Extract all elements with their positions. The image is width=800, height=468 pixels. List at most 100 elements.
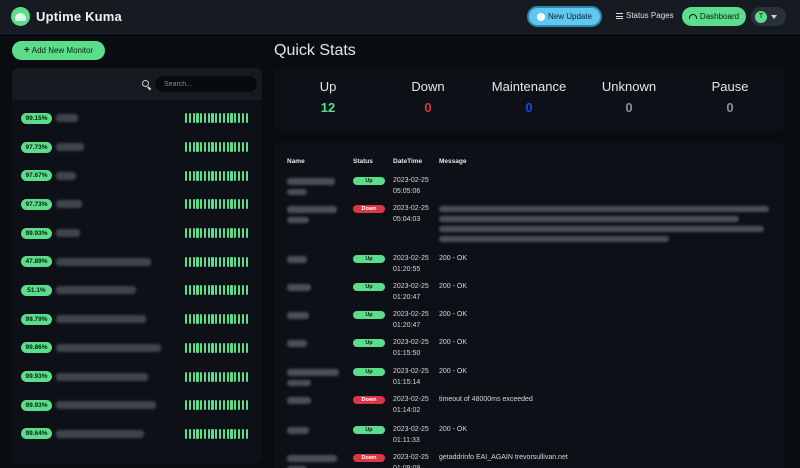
event-datetime: 2023-02-25 05:04:03	[393, 204, 429, 225]
status-badge: Up	[353, 283, 385, 291]
heartbeat-beat	[226, 113, 229, 124]
add-new-monitor-label: Add New Monitor	[31, 46, 94, 55]
event-message: 200 - OK	[439, 283, 468, 290]
heartbeat-beat	[234, 400, 237, 411]
heartbeat-beat	[230, 142, 233, 153]
event-message: timeout of 48000ms exceeded	[439, 396, 533, 403]
monitor-name-redacted	[56, 229, 80, 238]
event-time: 01:20:47	[393, 321, 421, 329]
status-badge: Down	[353, 454, 385, 462]
heartbeat-beat	[203, 113, 207, 124]
profile-dropdown[interactable]: T	[751, 7, 786, 26]
event-date: 2023-02-25	[393, 339, 429, 346]
heartbeat-beat	[196, 170, 199, 181]
heartbeat-bar	[185, 170, 248, 181]
heartbeat-beat	[185, 428, 188, 439]
plus-icon: +	[23, 44, 30, 56]
heartbeat-beat	[211, 371, 214, 382]
monitor-list-item[interactable]: 99.79%	[12, 305, 262, 334]
event-monitor-name-redacted	[287, 206, 337, 213]
heartbeat-beat	[188, 428, 191, 439]
heartbeat-beat	[188, 170, 191, 181]
event-date: 2023-02-25	[393, 255, 429, 262]
heartbeat-bar	[185, 371, 248, 382]
stat-label: Pause	[711, 79, 749, 94]
heartbeat-beat	[230, 256, 233, 267]
dashboard-button[interactable]: Dashboard	[682, 7, 746, 26]
heartbeat-beat	[196, 228, 199, 239]
event-datetime: 2023-02-25 01:11:33	[393, 425, 429, 446]
monitor-name-redacted	[56, 343, 161, 352]
quick-stats-title: Quick Stats	[274, 42, 356, 59]
monitor-list-item[interactable]: 99.93%	[12, 219, 262, 248]
heartbeat-beat	[226, 170, 229, 181]
heartbeat-beat	[222, 113, 225, 124]
monitor-list-item[interactable]: 99.64%	[12, 420, 262, 449]
heartbeat-beat	[245, 371, 248, 382]
heartbeat-beat	[234, 428, 237, 439]
heartbeat-beat	[245, 285, 248, 296]
uptime-badge: 99.79%	[21, 313, 52, 325]
heartbeat-bar	[185, 199, 248, 210]
heartbeat-beat	[207, 199, 210, 210]
event-message: getaddrinfo EAI_AGAIN trevorsullivan.net	[439, 454, 568, 461]
monitor-list-item[interactable]: 97.67%	[12, 161, 262, 190]
monitor-list-panel: 99.15% 97.73% 97.67% 97.73% 99.93% 47.89% 51.1…	[12, 68, 262, 463]
status-badge: Up	[353, 177, 385, 185]
heartbeat-beat	[230, 371, 233, 382]
heartbeat-beat	[230, 342, 233, 353]
add-new-monitor-button[interactable]: + Add New Monitor	[12, 41, 105, 60]
event-message: 200 - OK	[439, 426, 468, 433]
heartbeat-beat	[185, 371, 188, 382]
heartbeat-beat	[188, 314, 191, 325]
monitor-list-item[interactable]: 99.86%	[12, 334, 262, 363]
monitor-list-item[interactable]: 51.1%	[12, 276, 262, 305]
monitor-list-item[interactable]: 99.93%	[12, 362, 262, 391]
heartbeat-beat	[241, 285, 244, 296]
heartbeat-beat	[207, 400, 210, 411]
event-message: 200 - OK	[439, 339, 468, 346]
event-date: 2023-02-25	[393, 205, 429, 212]
status-badge: Up	[353, 368, 385, 376]
heartbeat-beat	[234, 342, 237, 353]
heartbeat-beat	[219, 170, 222, 181]
monitor-list-item[interactable]: 97.73%	[12, 190, 262, 219]
heartbeat-beat	[241, 142, 244, 153]
status-pages-link[interactable]: Status Pages	[616, 11, 674, 20]
heartbeat-beat	[215, 228, 218, 239]
heartbeat-beat	[237, 256, 241, 267]
heartbeat-beat	[200, 170, 203, 181]
heartbeat-beat	[203, 371, 207, 382]
redacted-text-line	[439, 206, 769, 212]
monitor-list-item[interactable]: 47.89%	[12, 247, 262, 276]
heartbeat-beat	[245, 113, 248, 124]
heartbeat-beat	[219, 314, 222, 325]
heartbeat-beat	[192, 285, 195, 296]
heartbeat-beat	[211, 228, 214, 239]
heartbeat-beat	[222, 342, 225, 353]
monitor-list-item[interactable]: 99.93%	[12, 391, 262, 420]
heartbeat-beat	[226, 400, 229, 411]
brand[interactable]: Uptime Kuma	[11, 7, 122, 26]
search-input[interactable]	[155, 76, 257, 92]
heartbeat-beat	[215, 400, 218, 411]
heartbeat-beat	[192, 113, 195, 124]
heartbeat-beat	[203, 256, 207, 267]
heartbeat-beat	[226, 285, 229, 296]
heartbeat-beat	[200, 371, 203, 382]
event-time: 05:05:06	[393, 187, 421, 195]
monitor-list-item[interactable]: 99.15%	[12, 104, 262, 133]
heartbeat-beat	[222, 199, 225, 210]
heartbeat-beat	[230, 113, 233, 124]
heartbeat-beat	[222, 256, 225, 267]
new-update-button[interactable]: ↑ New Update	[527, 6, 602, 27]
heartbeat-beat	[226, 342, 229, 353]
heartbeat-beat	[215, 285, 218, 296]
heartbeat-beat	[222, 170, 225, 181]
heartbeat-beat	[219, 228, 222, 239]
heartbeat-bar	[185, 314, 248, 325]
heartbeat-beat	[207, 113, 210, 124]
monitor-list-item[interactable]: 97.73%	[12, 133, 262, 162]
event-datetime: 2023-02-25 01:15:50	[393, 338, 429, 359]
avatar: T	[755, 10, 767, 23]
